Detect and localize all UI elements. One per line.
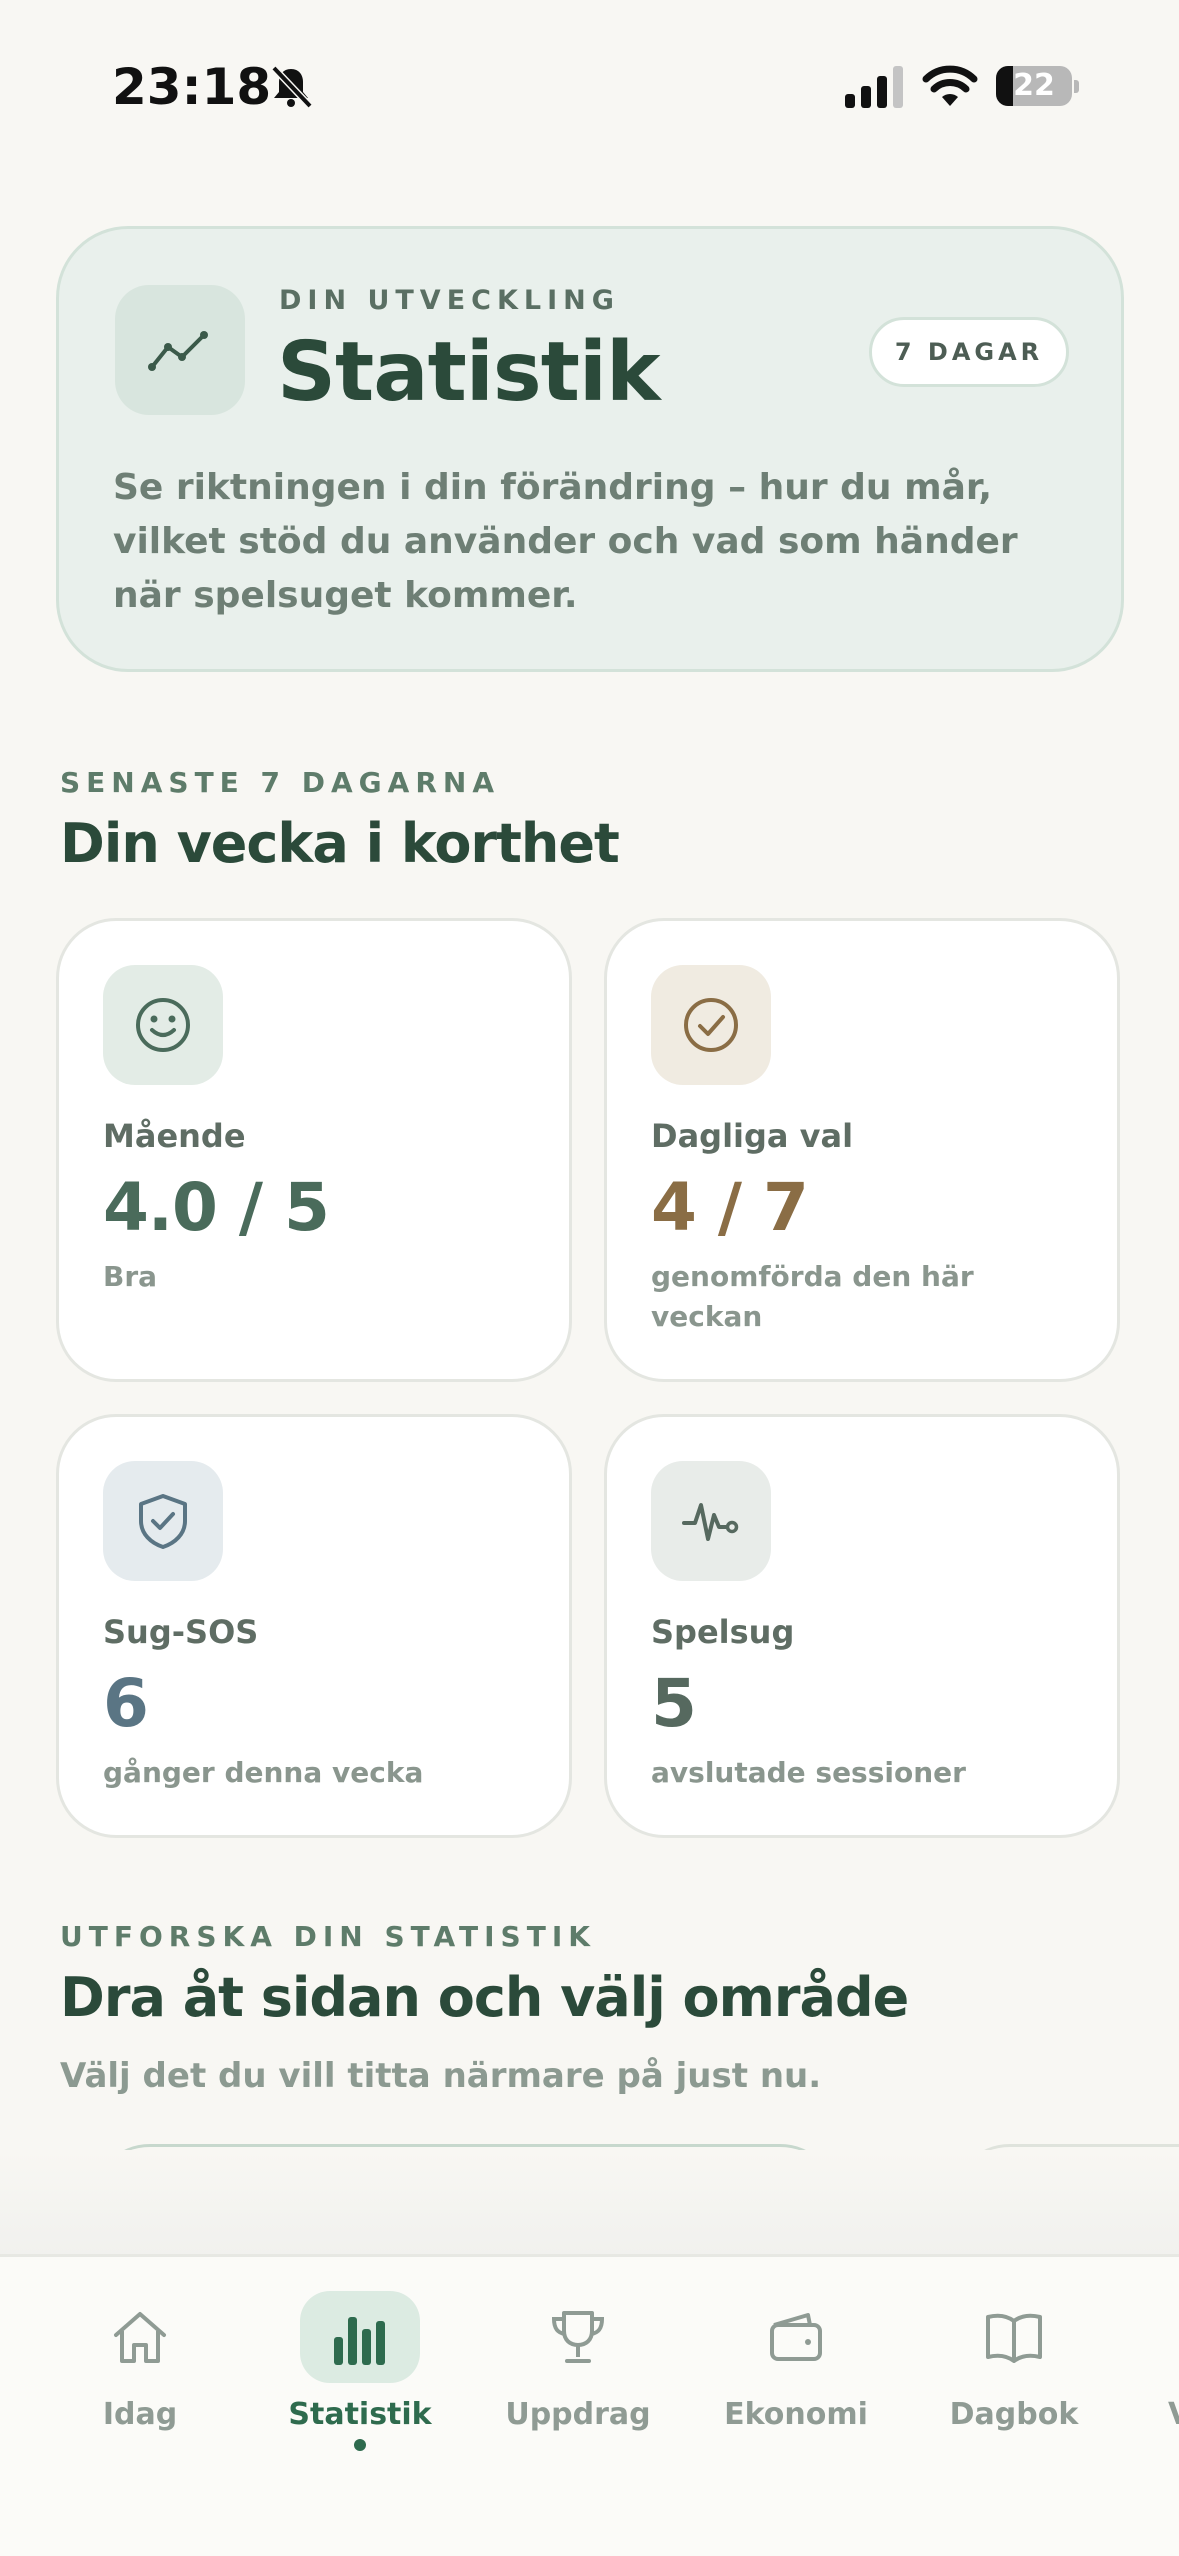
- pulse-icon: [651, 1461, 771, 1581]
- shield-check-icon: [103, 1461, 223, 1581]
- week-section-title: Din vecka i korthet: [60, 812, 620, 875]
- home-icon: [80, 2291, 200, 2383]
- book-icon: [954, 2291, 1074, 2383]
- card-label: Dagliga val: [651, 1117, 854, 1155]
- card-label: Mående: [103, 1117, 246, 1155]
- page-title: Statistik: [277, 325, 661, 420]
- tab-label: Uppdrag: [505, 2397, 651, 2432]
- trend-line-icon: [115, 285, 245, 415]
- bell-muted-icon: [271, 65, 313, 109]
- explore-subtitle: Välj det du vill titta närmare på just n…: [60, 2056, 822, 2096]
- card-value: 6: [103, 1665, 149, 1742]
- active-tab-indicator: [354, 2439, 366, 2451]
- tab-dagbok[interactable]: Dagbok: [914, 2291, 1114, 2432]
- wallet-icon: [736, 2291, 856, 2383]
- card-label: Spelsug: [651, 1613, 795, 1651]
- mood-stat-card[interactable]: Mående 4.0 / 5 Bra: [56, 918, 572, 1382]
- daily-choices-stat-card[interactable]: Dagliga val 4 / 7 genomförda den här vec…: [604, 918, 1120, 1382]
- card-subtitle: gånger denna vecka: [103, 1756, 424, 1789]
- smiley-icon: [103, 965, 223, 1085]
- tab-label: Statistik: [288, 2397, 432, 2432]
- statistics-header-card: DIN UTVECKLING Statistik 7 DAGAR Se rikt…: [56, 226, 1124, 672]
- tab-label: Idag: [102, 2397, 178, 2432]
- tab-statistik[interactable]: Statistik: [260, 2291, 460, 2432]
- card-label: Sug-SOS: [103, 1613, 259, 1651]
- status-time: 23:18: [112, 58, 272, 116]
- bar-chart-icon: [300, 2291, 420, 2383]
- status-bar: 23:18 22: [0, 0, 1179, 170]
- wifi-icon: [922, 65, 978, 106]
- card-value: 4 / 7: [651, 1169, 809, 1246]
- card-subtitle: genomförda den här veckan: [651, 1260, 974, 1333]
- card-subtitle: avslutade sessioner: [651, 1756, 966, 1789]
- tab-uppdrag[interactable]: Uppdrag: [478, 2291, 678, 2432]
- tab-clipped-label[interactable]: V: [1168, 2397, 1179, 2432]
- scroll-fade: [0, 2150, 1179, 2256]
- gambling-urge-stat-card[interactable]: Spelsug 5 avslutade sessioner: [604, 1414, 1120, 1838]
- week-kicker: SENASTE 7 DAGARNA: [60, 766, 500, 799]
- period-selector-pill[interactable]: 7 DAGAR: [869, 317, 1069, 387]
- explore-section-title: Dra åt sidan och välj område: [60, 1966, 909, 2029]
- hero-description: Se riktningen i din förändring – hur du …: [113, 467, 1018, 616]
- card-value: 4.0 / 5: [103, 1169, 330, 1246]
- battery-percent: 22: [1013, 68, 1055, 103]
- tab-idag[interactable]: Idag: [40, 2291, 240, 2432]
- tab-ekonomi[interactable]: Ekonomi: [696, 2291, 896, 2432]
- cellular-signal-icon: [845, 66, 903, 108]
- hero-kicker: DIN UTVECKLING: [279, 285, 620, 316]
- check-circle-icon: [651, 965, 771, 1085]
- trophy-icon: [518, 2291, 638, 2383]
- explore-kicker: UTFORSKA DIN STATISTIK: [60, 1920, 596, 1953]
- card-subtitle: Bra: [103, 1260, 158, 1293]
- battery-icon: 22: [996, 66, 1080, 106]
- tab-label: Ekonomi: [724, 2397, 868, 2432]
- bottom-tab-bar: Idag Statistik Uppdrag Ekonomi Dagbok: [0, 2254, 1179, 2556]
- craving-sos-stat-card[interactable]: Sug-SOS 6 gånger denna vecka: [56, 1414, 572, 1838]
- card-value: 5: [651, 1665, 697, 1742]
- tab-label: Dagbok: [949, 2397, 1079, 2432]
